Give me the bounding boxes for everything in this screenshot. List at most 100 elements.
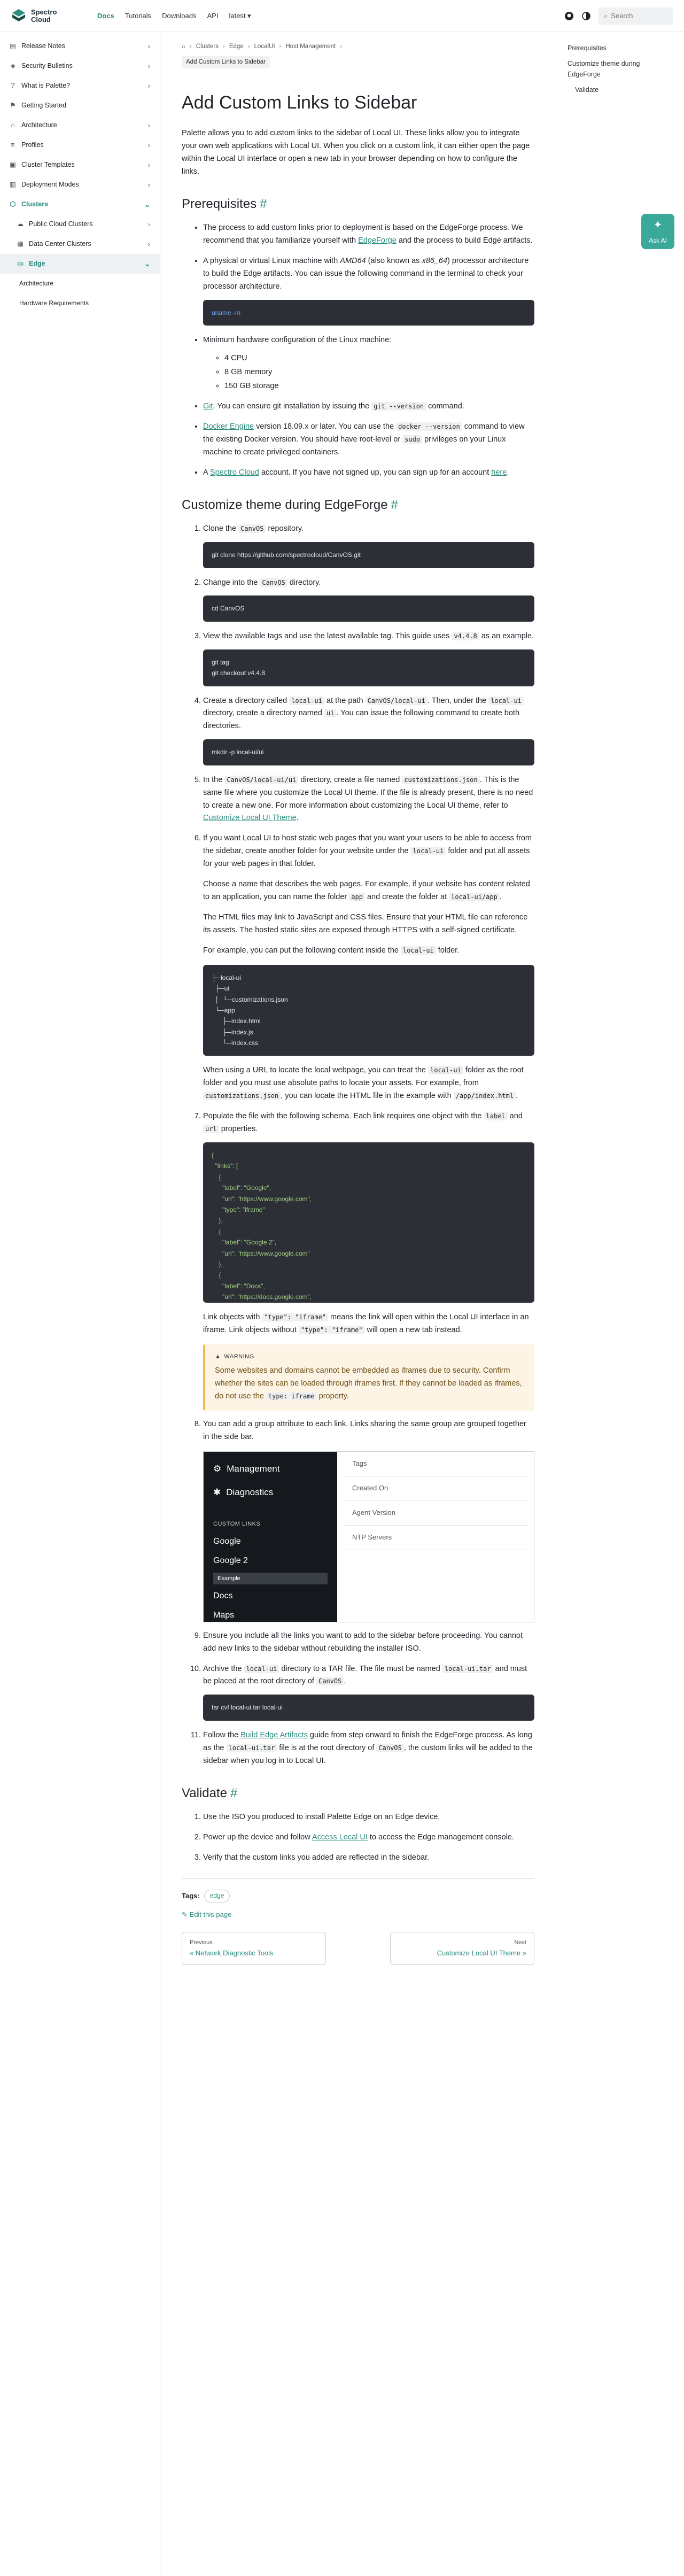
sidebar-item-getting-started[interactable]: ⚑ Getting Started: [0, 96, 160, 115]
sidebar-item-security-bulletins[interactable]: ◈ Security Bulletins ›: [0, 56, 160, 76]
code-block[interactable]: mkdir -p local-ui/ui: [203, 739, 534, 765]
sidebar-item-label: Cluster Templates: [21, 161, 75, 169]
code-block[interactable]: git clone https://github.com/spectroclou…: [203, 542, 534, 568]
code-block[interactable]: ├─local-ui ├─ui │ └─customizations.json …: [203, 964, 534, 1056]
code-block[interactable]: git tag git checkout v4.4.8: [203, 649, 534, 686]
sidebar-item-data-center-clusters[interactable]: ▦ Data Center Clusters ›: [0, 234, 160, 254]
nav-tutorials[interactable]: Tutorials: [125, 10, 151, 21]
screenshot-link: Google 2: [213, 1556, 248, 1565]
text: .: [507, 468, 509, 477]
chevron-down-icon: ⌄: [144, 259, 150, 268]
nav-api[interactable]: API: [207, 10, 219, 21]
text: In the: [203, 775, 225, 784]
inline-code: local-ui: [244, 1664, 279, 1673]
edit-page-link[interactable]: ✎ Edit this page: [182, 1909, 534, 1920]
megaphone-icon: ▤: [10, 42, 16, 50]
text: . Then, under the: [427, 696, 489, 705]
edit-page-label: Edit this page: [189, 1910, 232, 1919]
validate-heading: Validate #: [182, 1783, 534, 1804]
code-block[interactable]: uname -m: [203, 299, 534, 326]
sidebar-item-what-is-palette[interactable]: ? What is Palette? ›: [0, 76, 160, 96]
text: folder.: [436, 946, 460, 955]
list-item: Minimum hardware configuration of the Li…: [203, 334, 534, 393]
home-icon[interactable]: ⌂: [182, 42, 185, 52]
access-local-ui-link[interactable]: Access Local UI: [312, 1833, 368, 1842]
breadcrumb-edge[interactable]: Edge: [229, 42, 244, 52]
text: Follow the: [203, 1730, 241, 1739]
screenshot-row: Agent Version: [343, 1501, 528, 1526]
step-item: Create a directory called local-ui at th…: [203, 695, 534, 765]
inline-code: local-ui/app: [449, 893, 500, 902]
text: When using a URL to locate the local web…: [203, 1066, 429, 1075]
sidebar-item-public-cloud-clusters[interactable]: ☁ Public Cloud Clusters ›: [0, 214, 160, 234]
search-icon: ⌕: [604, 12, 608, 20]
customize-theme-link[interactable]: Customize Local UI Theme: [203, 814, 297, 822]
sidebar-item-clusters[interactable]: ⬡ Clusters ⌄: [0, 195, 160, 214]
sidebar-item-cluster-templates[interactable]: ▣ Cluster Templates ›: [0, 155, 160, 175]
nav-docs[interactable]: Docs: [97, 10, 114, 21]
toc-item-validate[interactable]: Validate: [568, 84, 672, 96]
intro-paragraph: Palette allows you to add custom links t…: [182, 129, 530, 176]
list-item: 4 CPU: [224, 352, 534, 365]
toc-item-prerequisites[interactable]: Prerequisites: [568, 43, 672, 54]
chevron-right-icon: ›: [147, 81, 150, 90]
nav-downloads[interactable]: Downloads: [162, 10, 196, 21]
sidebar-item-deployment-modes[interactable]: ▥ Deployment Modes ›: [0, 175, 160, 195]
chevron-right-icon: ›: [147, 61, 150, 70]
sidebar-item-edge[interactable]: ▭ Edge ⌄: [0, 254, 160, 274]
logo[interactable]: Spectro Cloud: [11, 8, 91, 24]
docker-engine-link[interactable]: Docker Engine: [203, 422, 254, 431]
sidebar-item-profiles[interactable]: ≡ Profiles ›: [0, 135, 160, 155]
sidebar-screenshot: ⚙ Management ✱ Diagnostics CUSTOM LINKS Go…: [203, 1451, 534, 1622]
sidebar-item-edge-architecture[interactable]: Architecture: [0, 274, 160, 293]
text: .: [296, 814, 299, 823]
signup-link[interactable]: here: [491, 468, 507, 477]
breadcrumb-separator: ›: [279, 43, 282, 50]
chevron-right-icon: ›: [147, 160, 150, 169]
text: For example, you can put the following c…: [203, 946, 401, 955]
text: as an example.: [479, 631, 534, 640]
git-link[interactable]: Git: [203, 402, 213, 411]
bars-icon: ≡: [11, 141, 15, 149]
inline-code: label: [484, 1112, 508, 1121]
chevron-right-icon: ›: [147, 121, 150, 129]
next-page-button[interactable]: Next Customize Local UI Theme »: [390, 1932, 534, 1965]
github-icon[interactable]: [564, 11, 574, 21]
architecture-icon: ⌂: [11, 121, 15, 129]
spectro-cloud-link[interactable]: Spectro Cloud: [210, 468, 259, 477]
tag-edge[interactable]: edge: [204, 1889, 230, 1902]
shield-icon: ◈: [10, 62, 15, 70]
anchor-link[interactable]: #: [391, 498, 398, 512]
nav-version[interactable]: latest ▾: [229, 10, 251, 21]
breadcrumb-host-management[interactable]: Host Management: [285, 42, 336, 52]
breadcrumb-clusters[interactable]: Clusters: [196, 42, 219, 52]
edgeforge-link[interactable]: EdgeForge: [358, 236, 397, 245]
theme-toggle-icon[interactable]: [581, 11, 591, 21]
sidebar-item-label: Data Center Clusters: [29, 240, 91, 248]
code-block[interactable]: cd CanvOS: [203, 595, 534, 622]
toc-item-customize-theme[interactable]: Customize theme during EdgeForge: [568, 58, 672, 80]
inline-code: local-ui: [410, 847, 446, 856]
screenshot-label: Diagnostics: [226, 1487, 274, 1497]
sidebar-item-release-notes[interactable]: ▤ Release Notes ›: [0, 36, 160, 56]
sidebar-item-label: Architecture: [19, 279, 54, 287]
code-block[interactable]: tar cvf local-ui.tar local-ui: [203, 1695, 534, 1721]
anchor-link[interactable]: #: [260, 197, 267, 211]
top-navbar: Spectro Cloud Docs Tutorials Downloads A…: [0, 0, 684, 32]
template-icon: ▣: [10, 161, 16, 169]
text: .: [344, 1677, 346, 1686]
sidebar-item-hardware-requirements[interactable]: Hardware Requirements: [0, 293, 160, 313]
screenshot-panel: Tags Created On Agent Version NTP Server…: [337, 1451, 534, 1622]
code-text: uname -m: [212, 308, 241, 316]
sidebar-item-architecture[interactable]: ⌂ Architecture ›: [0, 115, 160, 135]
previous-page-button[interactable]: Previous « Network Diagnostic Tools: [182, 1932, 326, 1965]
chevron-right-icon: ›: [147, 141, 150, 149]
search-input[interactable]: ⌕ Search: [598, 7, 673, 25]
breadcrumb-localui[interactable]: LocalUI: [254, 42, 275, 52]
ask-ai-button[interactable]: ✦ Ask AI: [641, 214, 674, 249]
build-edge-artifacts-link[interactable]: Build Edge Artifacts: [240, 1731, 308, 1739]
chevron-right-icon: ›: [147, 180, 150, 189]
json-code-block[interactable]: { "links": [ { "label": "Google", "url":…: [203, 1142, 534, 1303]
sidebar: ▤ Release Notes › ◈ Security Bulletins › ? Wh…: [0, 32, 160, 2576]
anchor-link[interactable]: #: [230, 1786, 237, 1800]
